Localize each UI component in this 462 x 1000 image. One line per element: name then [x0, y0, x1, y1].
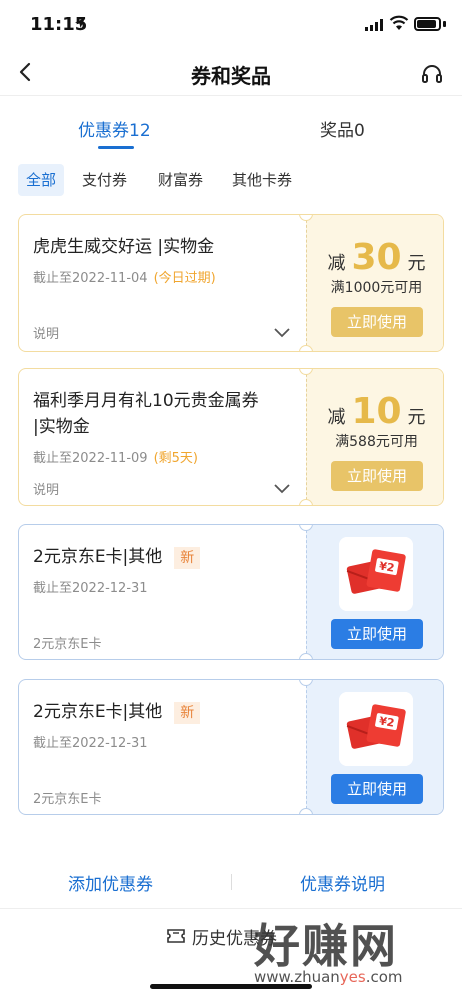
amount-value: 10	[351, 391, 402, 432]
coupon-card[interactable]: 虎虎生威交好运 |实物金 截止至2022-11-04 (今日过期) 说明 减 30 元…	[18, 214, 444, 352]
coupon-value-panel: ¥2 立即使用	[306, 525, 443, 659]
chevron-down-icon[interactable]	[273, 483, 291, 495]
amount-unit: 元	[407, 407, 426, 428]
coupon-info: 虎虎生威交好运 |实物金 截止至2022-11-04 (今日过期) 说明	[19, 215, 306, 351]
use-now-button[interactable]: 立即使用	[331, 774, 423, 804]
svg-text:¥2: ¥2	[378, 714, 395, 729]
nav-bar: 券和奖品	[0, 50, 462, 96]
coupon-title-text: 2元京东E卡|其他	[33, 547, 163, 567]
page-title: 券和奖品	[191, 64, 271, 88]
coupon-expiry: 截止至2022-11-04 (今日过期)	[33, 267, 216, 286]
coupon-expiry: 截止至2022-12-31	[33, 736, 148, 751]
coupon-title: 2元京东E卡|其他新	[33, 700, 201, 724]
add-coupon-link[interactable]: 添加优惠券	[68, 870, 153, 895]
watermark-logo-text: 好赚网	[254, 919, 398, 973]
coupon-value-panel: 减 30 元 满1000元可用 立即使用	[306, 215, 443, 351]
red-envelope-icon: ¥2	[339, 692, 413, 766]
coupon-expiry: 截止至2022-11-09 (剩5天)	[33, 447, 198, 466]
coupon-description-toggle[interactable]: 说明	[33, 479, 59, 498]
coupon-card[interactable]: 2元京东E卡|其他新 截止至2022-12-31 2元京东E卡 ¥2 立即使用	[18, 679, 444, 815]
bottom-links: 添加优惠券 优惠券说明	[0, 862, 462, 902]
status-bar: 11:15	[0, 0, 462, 50]
use-now-button[interactable]: 立即使用	[331, 307, 423, 337]
watermark-url-part: .com	[365, 968, 403, 986]
svg-text:¥2: ¥2	[378, 559, 395, 574]
filter-wealth[interactable]: 财富券	[158, 164, 203, 196]
tab-coupons[interactable]: 优惠券12	[78, 116, 151, 141]
coupon-title: 虎虎生威交好运 |实物金	[33, 237, 215, 257]
coupon-condition: 满588元可用	[335, 434, 418, 450]
divider	[231, 874, 232, 890]
coupon-title-text: 2元京东E卡|其他	[33, 702, 163, 722]
tab-bar: 优惠券12 奖品0	[0, 108, 462, 150]
location-arrow-icon	[75, 18, 85, 28]
ticket-notch	[299, 808, 313, 814]
filter-other-cards[interactable]: 其他卡券	[232, 164, 292, 196]
expiry-date: 截止至2022-11-09	[33, 451, 148, 466]
home-indicator[interactable]	[150, 984, 312, 989]
coupon-description: 2元京东E卡	[33, 792, 102, 807]
coupon-title-line2: |实物金	[33, 417, 90, 437]
coupon-info: 2元京东E卡|其他新 截止至2022-12-31 2元京东E卡	[19, 525, 306, 659]
ticket-icon	[167, 929, 185, 943]
expiry-note: (今日过期)	[153, 271, 216, 286]
watermark-url-highlight: yes	[339, 968, 366, 986]
expiry-note: (剩5天)	[153, 451, 198, 466]
battery-icon	[414, 17, 441, 31]
filter-all[interactable]: 全部	[18, 164, 65, 196]
coupon-value-panel: 减 10 元 满588元可用 立即使用	[306, 369, 443, 505]
site-watermark: 好赚网 www.zhuanyes.com	[254, 910, 454, 990]
expiry-date: 截止至2022-11-04	[33, 271, 148, 286]
coupon-explanation-link[interactable]: 优惠券说明	[300, 870, 385, 895]
use-now-button[interactable]: 立即使用	[331, 619, 423, 649]
ticket-notch	[299, 345, 313, 351]
coupon-card[interactable]: 2元京东E卡|其他新 截止至2022-12-31 2元京东E卡 ¥2 立即使用	[18, 524, 444, 660]
amount-unit: 元	[407, 253, 426, 274]
coupon-description: 2元京东E卡	[33, 637, 102, 652]
wifi-icon	[389, 15, 409, 30]
new-badge: 新	[174, 547, 201, 569]
ticket-notch	[299, 653, 313, 659]
filter-payment[interactable]: 支付券	[82, 164, 127, 196]
coupon-info: 2元京东E卡|其他新 截止至2022-12-31 2元京东E卡	[19, 680, 306, 814]
red-envelope-icon: ¥2	[339, 537, 413, 611]
ticket-notch	[299, 499, 313, 505]
coupon-amount: 减 30 元	[307, 237, 443, 278]
coupon-amount: 减 10 元	[307, 391, 443, 432]
coupon-value-panel: ¥2 立即使用	[306, 680, 443, 814]
coupon-condition: 满1000元可用	[330, 280, 423, 296]
headset-icon[interactable]	[420, 62, 444, 86]
coupon-card[interactable]: 福利季月月有礼10元贵金属券 |实物金 截止至2022-11-09 (剩5天) 说…	[18, 368, 444, 506]
coupon-title: 福利季月月有礼10元贵金属券	[33, 391, 259, 411]
coupon-title: 2元京东E卡|其他新	[33, 545, 201, 569]
coupon-expiry: 截止至2022-12-31	[33, 581, 148, 596]
tab-prizes[interactable]: 奖品0	[320, 116, 365, 141]
coupon-info: 福利季月月有礼10元贵金属券 |实物金 截止至2022-11-09 (剩5天) 说…	[19, 369, 306, 505]
coupon-description-toggle[interactable]: 说明	[33, 323, 59, 342]
amount-value: 30	[351, 237, 402, 278]
use-now-button[interactable]: 立即使用	[331, 461, 423, 491]
amount-prefix: 减	[327, 253, 346, 274]
cellular-signal-icon	[365, 19, 383, 31]
battery-tip	[443, 21, 446, 27]
chevron-down-icon[interactable]	[273, 327, 291, 339]
divider	[0, 908, 462, 909]
amount-prefix: 减	[327, 407, 346, 428]
active-tab-indicator	[98, 146, 134, 149]
new-badge: 新	[174, 702, 201, 724]
